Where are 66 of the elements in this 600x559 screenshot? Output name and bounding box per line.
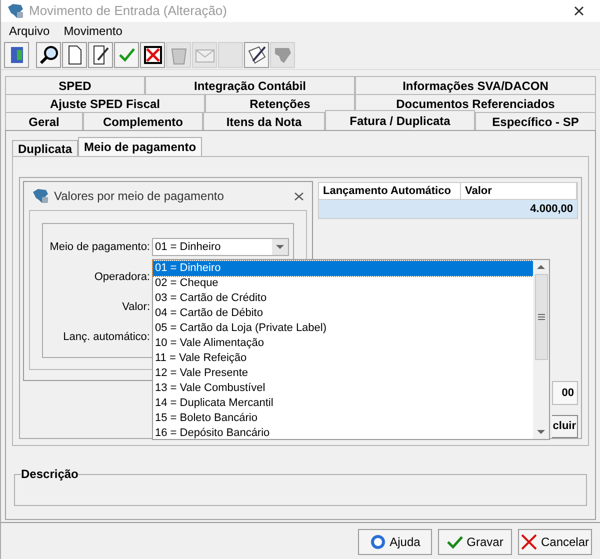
check-icon [446,535,463,549]
payment-select[interactable]: 01 = Dinheiro [152,238,289,256]
page-icon [66,44,82,64]
tab[interactable]: Fatura / Duplicata [325,110,475,130]
dropdown-option[interactable]: 03 = Cartão de Crédito [153,291,533,306]
tab[interactable]: Integração Contábil [145,76,355,94]
close-icon [520,534,537,550]
stamp-icon [246,44,266,64]
dialog-button[interactable]: Gravar [438,529,512,555]
dropdown-option[interactable]: 13 = Vale Combustível [153,381,533,396]
field-label: Lanç. automático: [62,330,150,345]
door-icon [8,46,24,64]
check-icon [118,46,136,64]
app-icon [7,3,25,19]
dropdown-option[interactable]: 01 = Dinheiro [153,261,533,276]
dropdown-option[interactable]: 11 = Vale Refeição [153,351,533,366]
table-row[interactable]: 4.000,00 [319,200,577,218]
envelope-icon [194,46,214,62]
tab[interactable]: Complemento [83,112,203,130]
close-icon[interactable] [574,6,584,16]
search-icon [38,44,58,64]
toolbar-button[interactable] [62,42,87,68]
help-icon [370,534,386,550]
app-icon [32,188,50,204]
dropdown-option[interactable]: 12 = Vale Presente [153,366,533,381]
dialog-button[interactable]: Ajuda [358,529,432,555]
toolbar-button[interactable] [140,42,165,68]
close-icon[interactable] [294,192,304,200]
dropdown-option[interactable]: 14 = Duplicata Mercantil [153,396,533,411]
field-label: Meio de pagamento: [48,240,150,255]
dropdown-option[interactable]: 15 = Boleto Bancário [153,411,533,426]
tab[interactable]: Informações SVA/DACON [355,76,596,94]
toolbar-button[interactable] [244,42,269,68]
tab[interactable]: Específico - SP [475,112,596,130]
table-cell-text: 4.000,00 [530,202,573,217]
delete-button[interactable]: cluir [552,414,578,438]
caret-icon [272,239,288,255]
tab[interactable]: Itens da Nota [203,112,325,130]
delete-icon [144,44,162,64]
dropdown-option[interactable]: 10 = Vale Alimentação [153,336,533,351]
window-title: Movimento de Entrada (Alteração) [29,2,227,20]
scrollbar[interactable] [533,260,549,439]
edit-icon [92,44,110,64]
menu-item[interactable]: Arquivo [9,22,50,40]
tab[interactable]: Ajuste SPED Fiscal [5,94,205,112]
menu-item[interactable]: Movimento [64,22,122,40]
grip-icon [538,314,544,320]
field-label: Valor: [121,300,150,315]
tab[interactable]: Documentos Referenciados [355,94,596,112]
dialog-button[interactable]: Cancelar [518,529,592,555]
column-header: Lançamento Automático [319,183,461,199]
dropdown-option[interactable]: 05 = Cartão da Loja (Private Label) [153,321,533,336]
tab[interactable]: Meio de pagamento [78,137,202,156]
tab[interactable]: Geral [5,112,83,130]
toolbar-button[interactable] [36,42,61,68]
dropdown-option[interactable]: 04 = Cartão de Débito [153,306,533,321]
field-label: Operadora: [93,270,150,285]
group-label: Descrição [21,467,78,481]
total-field: 00 [552,381,578,405]
dropdown-option[interactable]: 16 = Depósito Bancário [153,426,533,441]
dropdown-option[interactable]: 02 = Cheque [153,276,533,291]
column-header: Valor [461,183,577,199]
tab[interactable]: SPED [5,76,145,94]
dialog-title: Valores por meio de pagamento [54,188,224,205]
toolbar-button[interactable] [88,42,113,68]
tab[interactable]: Retenções [205,94,355,112]
